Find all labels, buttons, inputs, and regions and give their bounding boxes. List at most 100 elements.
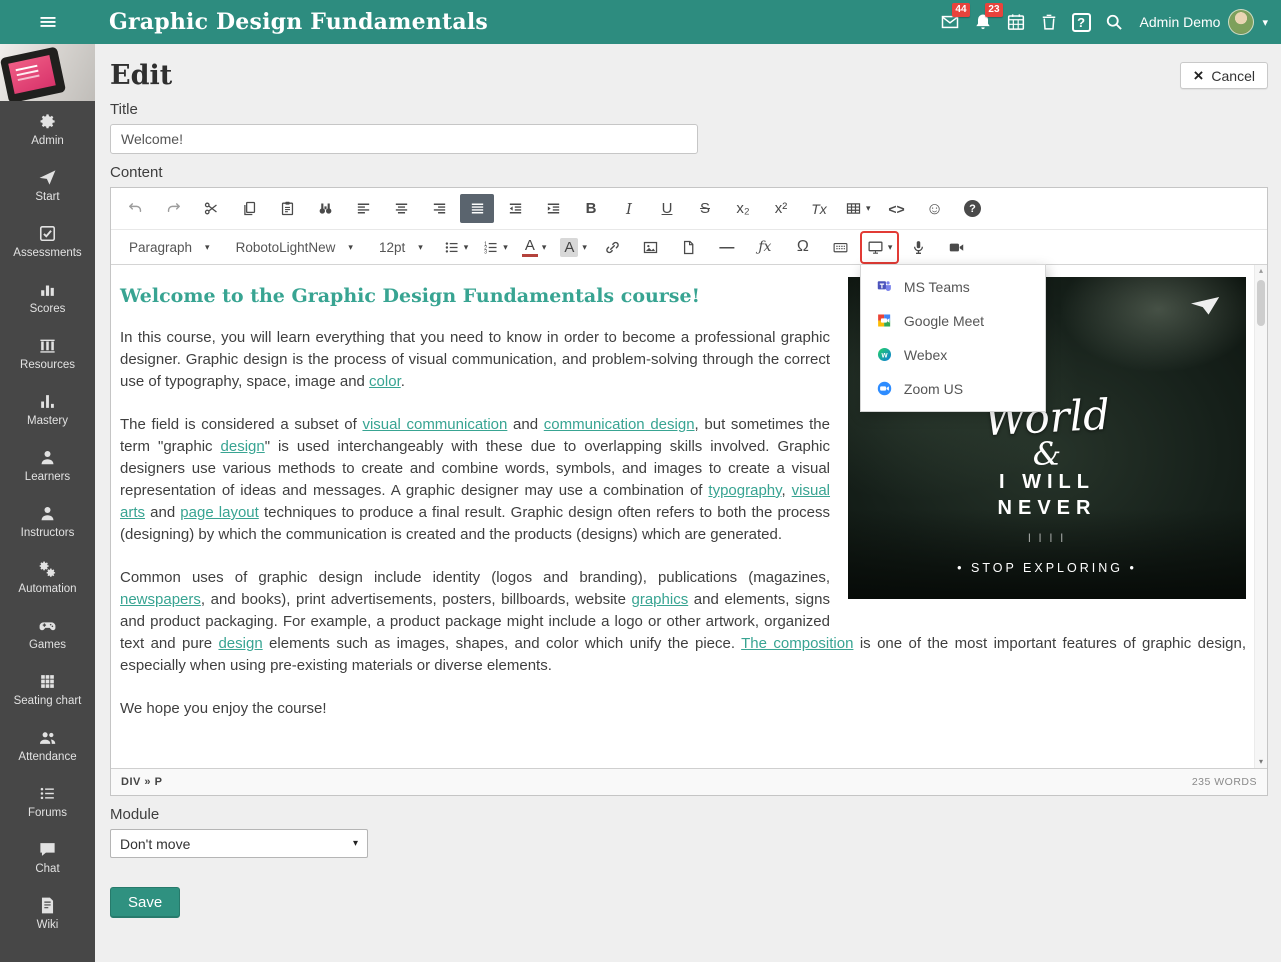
sidebar-item-label: Start [35, 191, 59, 203]
source-code-button[interactable]: <> [880, 194, 914, 223]
sidebar-item-assessments[interactable]: Assessments [0, 213, 95, 269]
notifications-button[interactable]: 23 [973, 12, 993, 32]
sidebar-item-start[interactable]: Start [0, 157, 95, 213]
outdent-button[interactable] [498, 194, 532, 223]
insert-link-button[interactable] [596, 233, 630, 262]
avatar [1228, 9, 1254, 35]
help-button-topbar[interactable]: ? [1072, 13, 1091, 32]
special-char-button[interactable]: Ω [786, 233, 820, 262]
font-size-select[interactable]: 12pt▾ [368, 233, 434, 262]
sidebar-item-resources[interactable]: Resources [0, 325, 95, 381]
gamepad-icon [38, 616, 57, 635]
menu-item-webex[interactable]: wWebex [861, 338, 1045, 372]
superscript-button[interactable]: x² [764, 194, 798, 223]
sidebar-item-scores[interactable]: Scores [0, 269, 95, 325]
web-conference-button[interactable]: ▾MS TeamsGoogle MeetwWebexZoom US [862, 233, 898, 262]
text-color-button[interactable]: A▾ [517, 233, 552, 262]
scroll-up-arrow[interactable]: ▴ [1255, 266, 1267, 275]
caret-down-icon: ▾ [348, 243, 353, 252]
editor-scrollbar[interactable]: ▴ ▾ [1254, 265, 1267, 768]
indent-button[interactable] [536, 194, 570, 223]
sidebar-item-instructors[interactable]: Instructors [0, 493, 95, 549]
table-button[interactable]: ▾ [840, 194, 876, 223]
subscript-button[interactable]: x₂ [726, 194, 760, 223]
align-justify-button[interactable] [460, 194, 494, 223]
sidebar-item-automation[interactable]: Automation [0, 549, 95, 605]
cancel-button[interactable]: × Cancel [1180, 62, 1268, 89]
help-button[interactable]: ? [956, 194, 990, 223]
calendar-button[interactable] [1006, 12, 1026, 32]
messages-button[interactable]: 44 [940, 12, 960, 32]
emoji-button[interactable]: ☺ [918, 194, 952, 223]
record-audio-button[interactable] [901, 233, 935, 262]
strikethrough-button[interactable]: S [688, 194, 722, 223]
paste-button[interactable] [270, 194, 304, 223]
embed-button[interactable] [824, 233, 858, 262]
save-button[interactable]: Save [110, 887, 180, 918]
menu-item-zoom-us[interactable]: Zoom US [861, 372, 1045, 406]
editor-statusbar: DIV » P 235 WORDS [111, 768, 1267, 795]
menu-item-ms-teams[interactable]: MS Teams [861, 270, 1045, 304]
title-label: Title [110, 101, 1268, 118]
sidebar-item-learners[interactable]: Learners [0, 437, 95, 493]
user-menu[interactable]: Admin Demo ▾ [1140, 9, 1268, 35]
scrollbar-thumb[interactable] [1257, 280, 1265, 326]
highlight-color-button[interactable]: A▾ [555, 233, 592, 262]
sidebar-item-games[interactable]: Games [0, 605, 95, 661]
formula-button[interactable]: ƒx [748, 233, 782, 262]
sidebar-item-chat[interactable]: Chat [0, 829, 95, 885]
find-replace-button[interactable] [308, 194, 342, 223]
module-select[interactable]: Don't move ▾ [110, 829, 368, 858]
align-center-button[interactable] [384, 194, 418, 223]
copy-button[interactable] [232, 194, 266, 223]
title-input[interactable] [110, 124, 698, 154]
clear-formatting-button[interactable]: Tx [802, 194, 836, 223]
content-link[interactable]: color [369, 373, 401, 390]
content-link[interactable]: design [218, 635, 262, 652]
font-family-select[interactable]: RobotoLightNew▾ [225, 233, 364, 262]
insert-image-button[interactable] [634, 233, 668, 262]
insert-document-button[interactable] [672, 233, 706, 262]
content-link[interactable]: graphics [632, 591, 689, 608]
content-link[interactable]: newspapers [120, 591, 201, 608]
course-thumbnail[interactable] [0, 44, 95, 101]
sidebar-item-wiki[interactable]: Wiki [0, 885, 95, 941]
menu-toggle-button[interactable] [0, 12, 95, 32]
editor-content[interactable]: World & I WILL NEVER | | | | • STOP EXPL… [111, 265, 1267, 768]
align-right-button[interactable] [422, 194, 456, 223]
block-format-select[interactable]: Paragraph▾ [118, 233, 221, 262]
content-link[interactable]: communication design [544, 416, 695, 433]
bullet-list-button[interactable]: ▾ [438, 233, 474, 262]
content-link[interactable]: design [221, 438, 265, 455]
content-link[interactable]: visual communication [362, 416, 507, 433]
scroll-down-arrow[interactable]: ▾ [1255, 757, 1267, 766]
caret-down-icon: ▾ [888, 243, 893, 252]
wiki-icon [38, 896, 57, 915]
underline-button[interactable]: U [650, 194, 684, 223]
text-color-icon: A [522, 237, 538, 257]
trash-button[interactable] [1039, 12, 1059, 32]
cut-button[interactable] [194, 194, 228, 223]
content-link[interactable]: The composition [741, 635, 853, 652]
rich-text-editor: BIUSx₂x²Tx ▾ <>☺? Paragraph▾RobotoLightNew… [110, 187, 1268, 796]
caret-down-icon: ▾ [205, 243, 210, 252]
word-count: 235 WORDS [1192, 776, 1257, 788]
sidebar-item-forums[interactable]: Forums [0, 773, 95, 829]
italic-button[interactable]: I [612, 194, 646, 223]
numbered-list-button[interactable]: 123▾ [477, 233, 513, 262]
align-left-button[interactable] [346, 194, 380, 223]
search-button[interactable] [1104, 12, 1124, 32]
record-video-button[interactable] [939, 233, 973, 262]
sidebar-item-seating-chart[interactable]: Seating chart [0, 661, 95, 717]
content-link[interactable]: page layout [180, 504, 259, 521]
horizontal-rule-button[interactable]: — [710, 233, 744, 262]
menu-item-google-meet[interactable]: Google Meet [861, 304, 1045, 338]
undo-button[interactable] [118, 194, 152, 223]
bold-button[interactable]: B [574, 194, 608, 223]
sidebar-item-mastery[interactable]: Mastery [0, 381, 95, 437]
sidebar-item-attendance[interactable]: Attendance [0, 717, 95, 773]
content-link[interactable]: typography [708, 482, 781, 499]
sidebar-item-admin[interactable]: Admin [0, 101, 95, 157]
redo-button[interactable] [156, 194, 190, 223]
caret-down-icon: ▾ [866, 204, 871, 213]
